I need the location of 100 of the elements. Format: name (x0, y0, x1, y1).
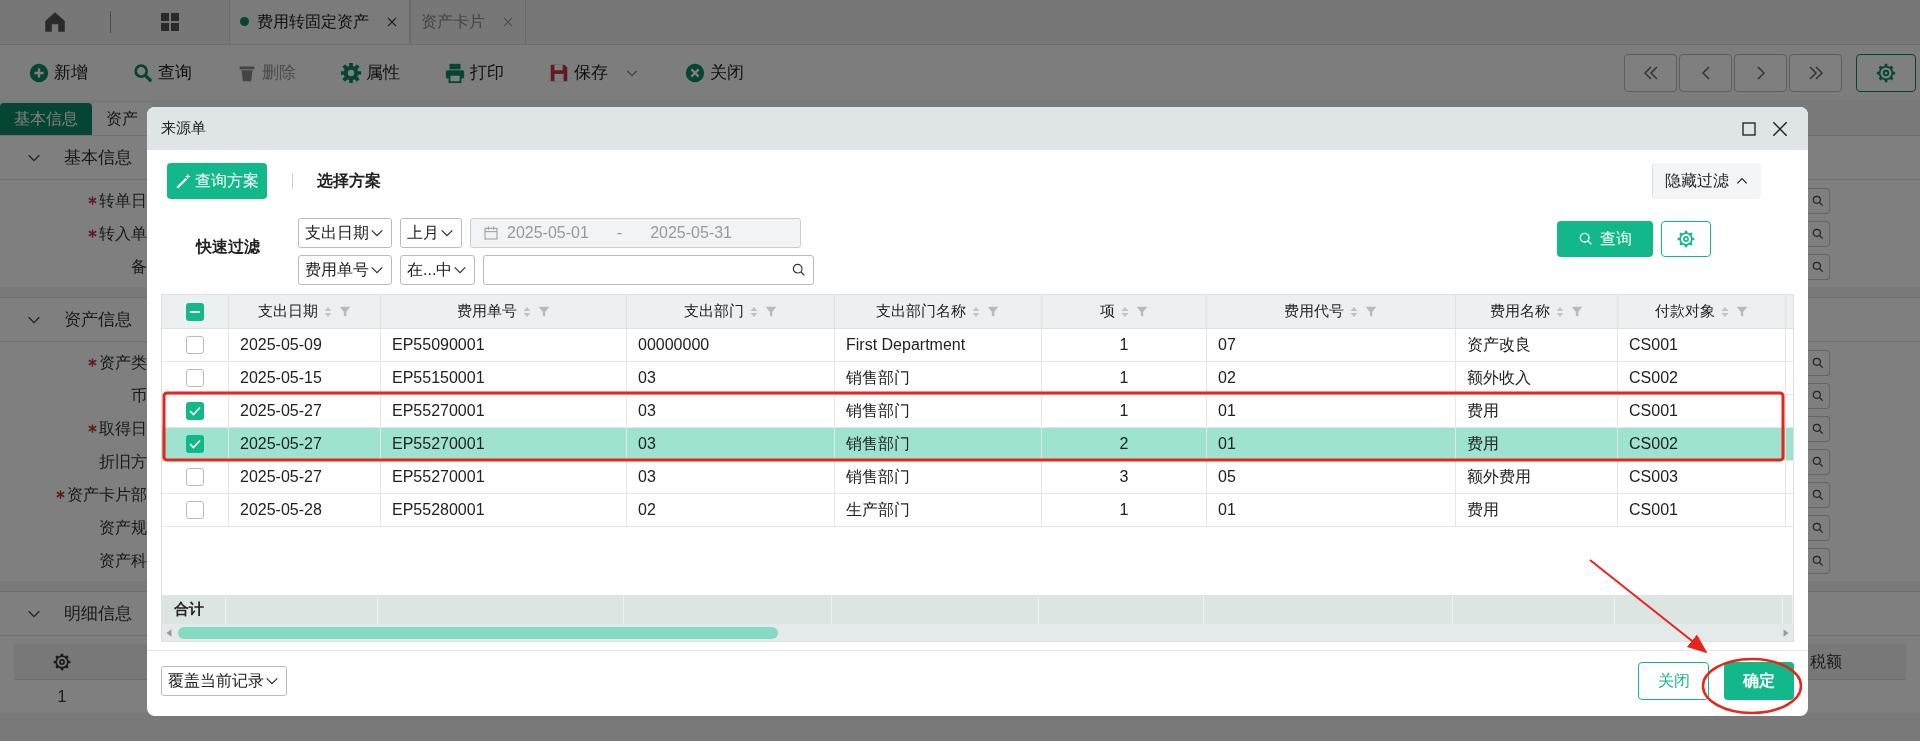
table-row[interactable]: 2025-05-09 EP55090001 00000000 First Department 1 07 资产改良 CS001 (162, 329, 1793, 362)
previous-icon (1701, 65, 1710, 80)
field-label: 转单日 (99, 190, 147, 211)
table-cell: 1 (1042, 494, 1207, 526)
checkbox[interactable] (186, 336, 204, 354)
table-cell: 2 (1042, 428, 1207, 460)
toolbar-button[interactable]: 保存 (548, 59, 640, 86)
settings-icon (52, 651, 72, 672)
horizontal-scrollbar[interactable] (162, 624, 1793, 641)
field-label: 资产类 (99, 352, 147, 373)
checkbox[interactable] (186, 402, 204, 420)
row-number: 1 (56, 686, 68, 707)
table-row[interactable]: 2025-05-27 EP55270001 03 销售部门 2 01 费用 CS002 (162, 428, 1793, 461)
checkbox[interactable] (186, 501, 204, 519)
hide-filter-button[interactable]: 隐藏过滤 (1652, 163, 1761, 199)
first-page-icon (1643, 65, 1658, 80)
table-cell: 销售部门 (835, 461, 1042, 493)
table-cell: EP55270001 (381, 428, 627, 460)
column-header[interactable]: 支出部门名称 (835, 295, 1042, 328)
input-field[interactable] (1806, 547, 1830, 574)
input-field[interactable] (1806, 220, 1830, 247)
input-field[interactable] (1806, 187, 1830, 214)
input-field[interactable] (1806, 415, 1830, 442)
column-header[interactable]: 支出日期 (229, 295, 381, 328)
filter-icon (1569, 304, 1584, 319)
toolbar-button[interactable]: 属性 (340, 59, 400, 86)
nav-button[interactable] (1789, 53, 1842, 92)
settings-button[interactable] (1661, 221, 1711, 257)
close-icon (684, 61, 706, 84)
table-cell: 2025-05-28 (229, 494, 381, 526)
column-header[interactable]: 付款对象 (1618, 295, 1786, 328)
settings-icon (1676, 229, 1696, 249)
toolbar-button[interactable]: 新增 (28, 59, 88, 86)
table-cell: 2025-05-27 (229, 395, 381, 427)
search-icon (1810, 487, 1825, 502)
column-header[interactable]: 项 (1042, 295, 1207, 328)
table-cell: 费用 (1456, 395, 1618, 427)
settings-icon (1875, 61, 1897, 84)
toolbar-button[interactable]: 关闭 (684, 59, 744, 86)
search-icon (1810, 520, 1825, 535)
table-cell: 03 (627, 362, 835, 394)
table-cell: EP55270001 (381, 395, 627, 427)
table-cell: EP55270001 (381, 461, 627, 493)
next-icon (1756, 65, 1765, 80)
table-cell: 2025-05-27 (229, 461, 381, 493)
nav-button[interactable] (1734, 53, 1787, 92)
scroll-left-icon (164, 627, 174, 638)
column-header[interactable]: 费用名称 (1456, 295, 1618, 328)
checkbox[interactable] (186, 435, 204, 453)
table-cell: 费用 (1456, 494, 1618, 526)
table-cell: EP55090001 (381, 329, 627, 361)
scrollbar-thumb[interactable] (178, 626, 778, 639)
table-cell: 费用 (1456, 428, 1618, 460)
filter-icon (1134, 304, 1149, 319)
column-header[interactable]: 支出部门 (627, 295, 835, 328)
input-field[interactable] (1806, 514, 1830, 541)
filter-icon (763, 304, 778, 319)
section-title: 基本信息 (64, 146, 132, 169)
maximize-icon (1740, 119, 1758, 138)
table-row[interactable]: 2025-05-27 EP55270001 03 销售部门 1 01 费用 CS001 (162, 395, 1793, 428)
search-icon (1810, 388, 1825, 403)
section-title: 明细信息 (64, 602, 132, 625)
section-title: 资产信息 (64, 308, 132, 331)
filter-icon (1364, 304, 1378, 319)
page-tab[interactable]: 费用转固定资产 (229, 0, 410, 44)
table-cell: 资产改良 (1456, 329, 1618, 361)
table-cell: CS001 (1618, 494, 1786, 526)
filter-operator-select[interactable]: 在...中 (400, 255, 476, 285)
table-cell: EP55280001 (381, 494, 627, 526)
field-label: 资产卡片部 (67, 484, 147, 505)
mode-select[interactable]: 覆盖当前记录 (161, 665, 287, 696)
column-header[interactable]: 费用单号 (381, 295, 627, 328)
table-cell: 03 (627, 395, 835, 427)
checkbox[interactable] (186, 302, 204, 321)
table-cell: 销售部门 (835, 428, 1042, 460)
settings-button[interactable] (1856, 53, 1916, 92)
toolbar-button[interactable]: 查询 (132, 59, 192, 86)
minus-icon (190, 310, 200, 313)
checkbox[interactable] (186, 369, 204, 387)
table-cell: EP55150001 (381, 362, 627, 394)
table-row[interactable]: 2025-05-28 EP55280001 02 生产部门 1 01 费用 CS001 (162, 494, 1793, 527)
input-field[interactable] (1806, 349, 1830, 376)
column-header[interactable]: 费用代号 (1207, 295, 1456, 328)
table-cell: CS002 (1618, 362, 1786, 394)
input-field[interactable] (1806, 481, 1830, 508)
input-field[interactable] (1806, 448, 1830, 475)
table-row[interactable]: 2025-05-27 EP55270001 03 销售部门 3 05 额外费用 CS003 (162, 461, 1793, 494)
nav-button[interactable] (1679, 53, 1732, 92)
input-field[interactable] (1806, 382, 1830, 409)
table-cell: 02 (627, 494, 835, 526)
search-icon (1810, 553, 1825, 568)
input-field[interactable] (1806, 253, 1830, 280)
search-icon (1810, 355, 1825, 370)
checkbox[interactable] (186, 468, 204, 486)
toolbar-button[interactable]: 打印 (444, 59, 504, 86)
form-tab[interactable]: 资产 (92, 103, 152, 135)
search-field[interactable] (483, 255, 815, 285)
nav-button[interactable] (1624, 53, 1677, 92)
filter-icon (986, 304, 1000, 319)
filter-field-select[interactable]: 费用单号 (298, 255, 392, 285)
